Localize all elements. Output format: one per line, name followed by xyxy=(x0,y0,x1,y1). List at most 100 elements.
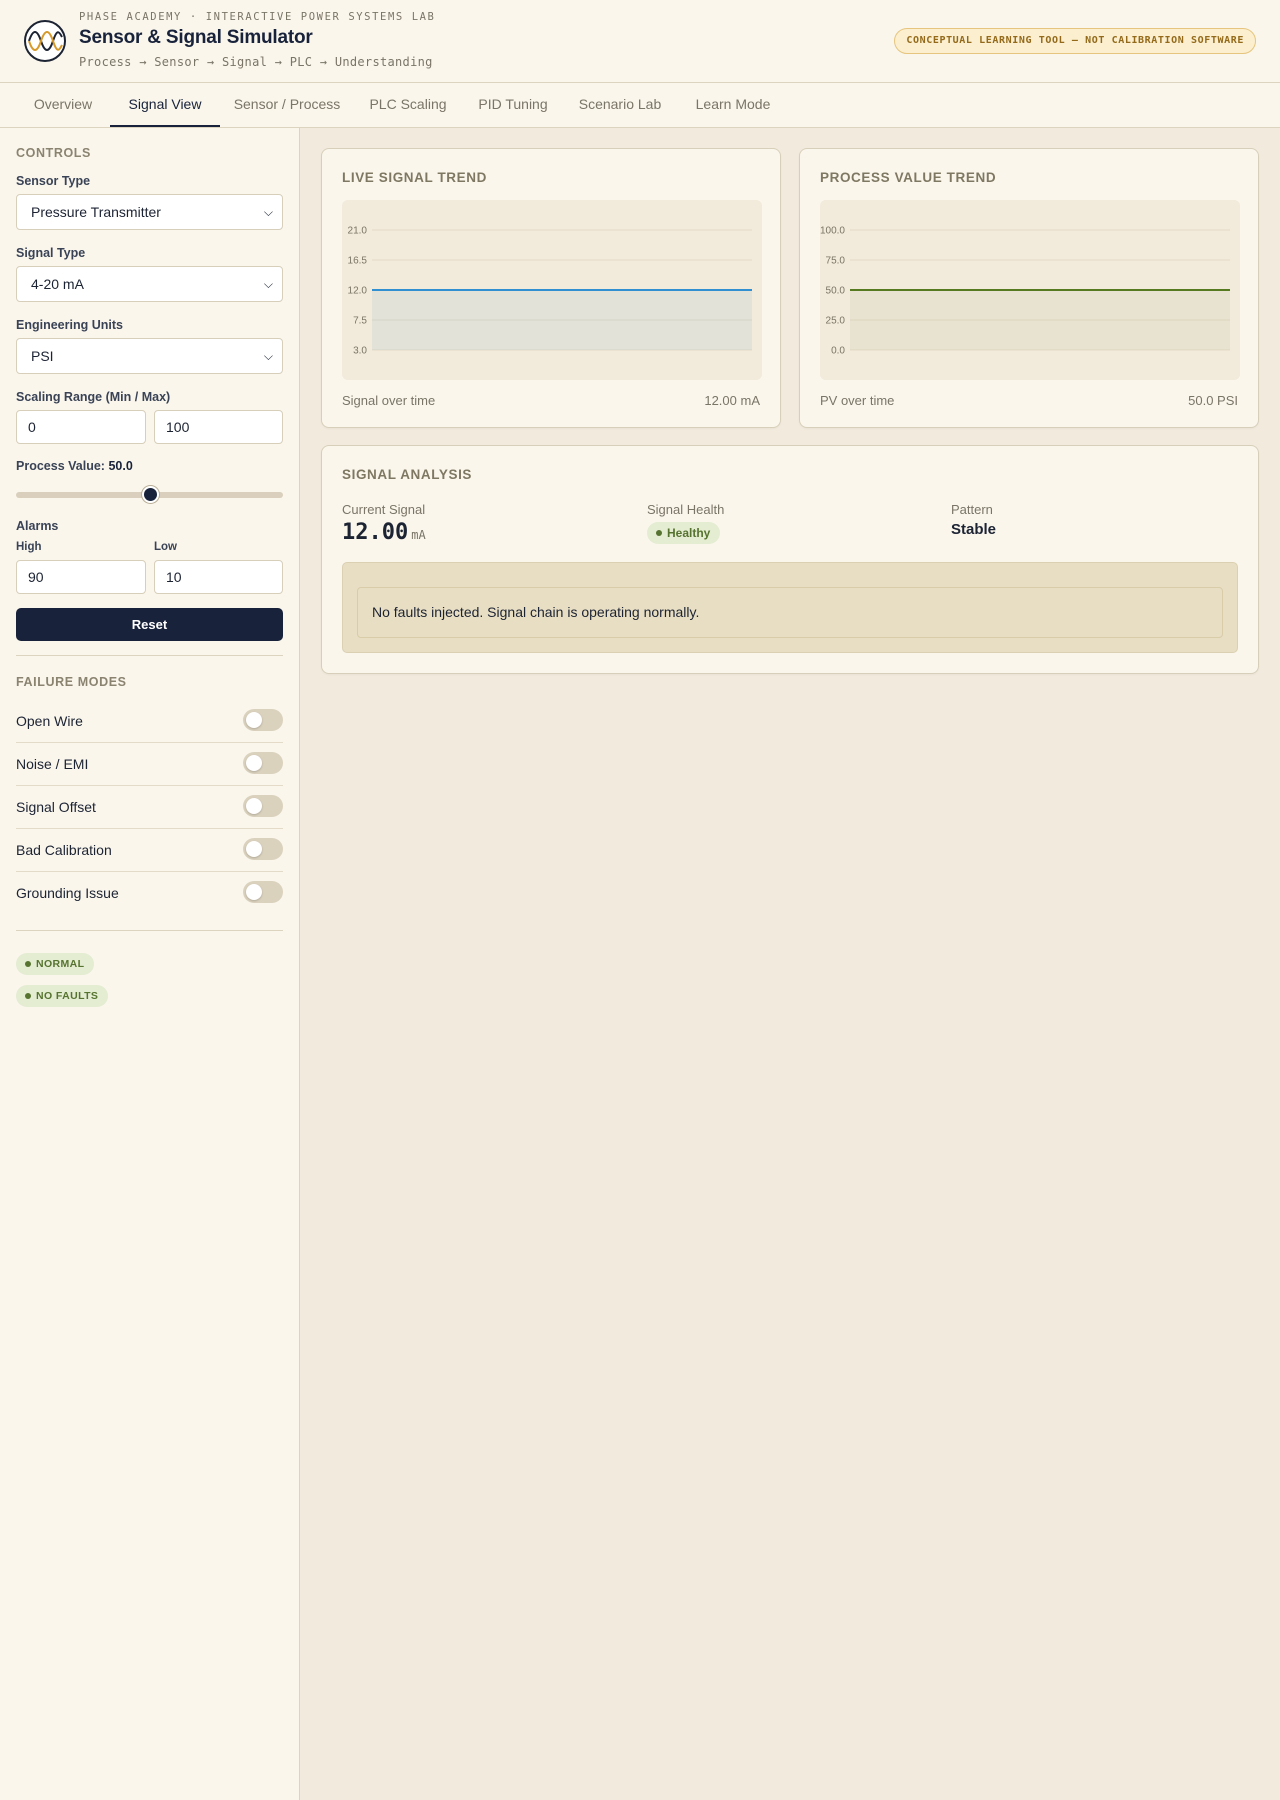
pv-chart-area: 100.0 75.0 50.0 25.0 0.0 xyxy=(820,200,1240,380)
signal-trend-chart: 21.0 16.5 12.0 7.5 3.0 xyxy=(348,226,752,357)
fault-message: No faults injected. Signal chain is oper… xyxy=(357,587,1223,638)
pv-trend-chart: 100.0 75.0 50.0 25.0 0.0 xyxy=(820,226,1230,357)
card-title: LIVE SIGNAL TREND xyxy=(342,170,487,185)
pv-readout: 50.0 PSI xyxy=(1188,393,1238,408)
divider xyxy=(16,655,283,656)
tab-plc-scaling[interactable]: PLC Scaling xyxy=(354,83,462,127)
signal-type-value: 4-20 mA xyxy=(31,276,84,292)
pattern-value: Stable xyxy=(951,521,997,538)
alarms-label: Alarms xyxy=(16,519,59,533)
app-title: Sensor & Signal Simulator xyxy=(79,27,313,48)
y-tick-label: 12.0 xyxy=(348,286,368,297)
y-tick-label: 25.0 xyxy=(826,316,846,327)
signal-type-label: Signal Type xyxy=(16,246,86,260)
sensor-type-label: Sensor Type xyxy=(16,174,91,188)
failure-mode-open-wire: Open Wire xyxy=(16,700,283,743)
toggle-knob xyxy=(246,798,262,814)
chart-caption: PV over time xyxy=(820,393,895,408)
failure-mode-label: Bad Calibration xyxy=(16,842,112,858)
chart-caption: Signal over time xyxy=(342,393,436,408)
y-tick-label: 0.0 xyxy=(831,346,845,357)
tab-bar: Overview Signal View Sensor / Process PL… xyxy=(0,83,1280,128)
series-area xyxy=(372,290,752,350)
process-value-slider-handle[interactable] xyxy=(141,486,159,503)
alarm-high-input[interactable]: 90 xyxy=(16,560,146,594)
failure-modes-title: FAILURE MODES xyxy=(16,675,127,689)
failure-mode-signal-offset: Signal Offset xyxy=(16,786,283,829)
units-value: PSI xyxy=(31,348,54,364)
current-signal-unit: mA xyxy=(411,528,426,542)
failure-mode-label: Open Wire xyxy=(16,713,83,729)
scaling-range-label: Scaling Range (Min / Max) xyxy=(16,390,171,404)
failure-mode-label: Grounding Issue xyxy=(16,885,119,901)
reset-button[interactable]: Reset xyxy=(16,608,283,641)
sensor-type-select[interactable]: Pressure Transmitter ⌵ xyxy=(16,194,283,230)
tab-signal-view[interactable]: Signal View xyxy=(110,83,220,127)
signal-chart-area: 21.0 16.5 12.0 7.5 3.0 xyxy=(342,200,762,380)
disclaimer-badge: CONCEPTUAL LEARNING TOOL — NOT CALIBRATI… xyxy=(894,28,1256,54)
y-tick-label: 21.0 xyxy=(348,226,368,237)
signal-type-select[interactable]: 4-20 mA ⌵ xyxy=(16,266,283,302)
live-signal-card: LIVE SIGNAL TREND 21.0 16.5 12.0 7.5 3.0 Sig… xyxy=(321,148,781,428)
sine-wave-icon xyxy=(24,20,66,62)
process-value-card: PROCESS VALUE TREND 100.0 75.0 50.0 25.0 0.0… xyxy=(799,148,1259,428)
series-area xyxy=(850,290,1230,350)
alarm-low-label: Low xyxy=(154,541,177,553)
noise-emi-toggle[interactable] xyxy=(243,752,283,774)
tab-scenario-lab[interactable]: Scenario Lab xyxy=(564,83,676,127)
failure-mode-bad-calibration: Bad Calibration xyxy=(16,829,283,872)
open-wire-toggle[interactable] xyxy=(243,709,283,731)
tab-learn-mode[interactable]: Learn Mode xyxy=(676,83,790,127)
sensor-type-value: Pressure Transmitter xyxy=(31,204,161,220)
toggle-knob xyxy=(246,755,262,771)
status-badge-normal: NORMAL xyxy=(16,953,95,975)
units-label: Engineering Units xyxy=(16,318,123,332)
chevron-down-icon: ⌵ xyxy=(263,277,273,291)
card-title: SIGNAL ANALYSIS xyxy=(342,467,473,482)
failure-mode-label: Noise / EMI xyxy=(16,756,89,772)
brand-kicker: PHASE ACADEMY · INTERACTIVE POWER SYSTEM… xyxy=(79,11,436,23)
tab-overview[interactable]: Overview xyxy=(16,83,110,127)
current-signal-label: Current Signal xyxy=(342,502,426,517)
signal-analysis-card: SIGNAL ANALYSIS Current Signal 12.00 mA S… xyxy=(321,445,1259,674)
y-tick-label: 7.5 xyxy=(353,316,367,327)
tab-sensor-process[interactable]: Sensor / Process xyxy=(220,83,354,127)
y-tick-label: 16.5 xyxy=(348,256,368,267)
signal-health-badge: Healthy xyxy=(647,522,721,544)
alarm-high-label: High xyxy=(16,541,42,553)
signal-readout: 12.00 mA xyxy=(704,393,760,408)
failure-mode-grounding-issue: Grounding Issue xyxy=(16,872,283,915)
controls-sidebar: CONTROLS Sensor Type Pressure Transmitte… xyxy=(0,128,300,1800)
scaling-min-input[interactable]: 0 xyxy=(16,410,146,444)
scaling-max-input[interactable]: 100 xyxy=(154,410,283,444)
chevron-down-icon: ⌵ xyxy=(263,205,273,219)
alarm-low-input[interactable]: 10 xyxy=(154,560,283,594)
divider xyxy=(16,930,283,931)
bad-calibration-toggle[interactable] xyxy=(243,838,283,860)
card-title: PROCESS VALUE TREND xyxy=(820,170,997,185)
tab-pid-tuning[interactable]: PID Tuning xyxy=(462,83,564,127)
controls-title: CONTROLS xyxy=(16,146,91,160)
app-header: PHASE ACADEMY · INTERACTIVE POWER SYSTEM… xyxy=(0,0,1280,83)
current-signal-number: 12.00 xyxy=(342,520,409,545)
failure-mode-label: Signal Offset xyxy=(16,799,96,815)
y-tick-label: 75.0 xyxy=(826,256,846,267)
signal-offset-toggle[interactable] xyxy=(243,795,283,817)
units-select[interactable]: PSI ⌵ xyxy=(16,338,283,374)
y-tick-label: 3.0 xyxy=(353,346,367,357)
process-value-caption: Process Value: xyxy=(16,459,105,473)
grounding-issue-toggle[interactable] xyxy=(243,881,283,903)
fault-panel: No faults injected. Signal chain is oper… xyxy=(342,562,1238,653)
status-badge-no-faults: NO FAULTS xyxy=(16,985,109,1007)
current-signal-value: 12.00 mA xyxy=(342,520,426,545)
pattern-label: Pattern xyxy=(951,502,993,517)
breadcrumb: Process → Sensor → Signal → PLC → Unders… xyxy=(79,55,433,69)
process-value-label: Process Value: 50.0 xyxy=(16,459,133,473)
chevron-down-icon: ⌵ xyxy=(263,349,273,363)
signal-health-label: Signal Health xyxy=(647,502,725,517)
y-tick-label: 100.0 xyxy=(820,226,845,237)
toggle-knob xyxy=(246,884,262,900)
failure-mode-noise-emi: Noise / EMI xyxy=(16,743,283,786)
toggle-knob xyxy=(246,712,262,728)
toggle-knob xyxy=(246,841,262,857)
